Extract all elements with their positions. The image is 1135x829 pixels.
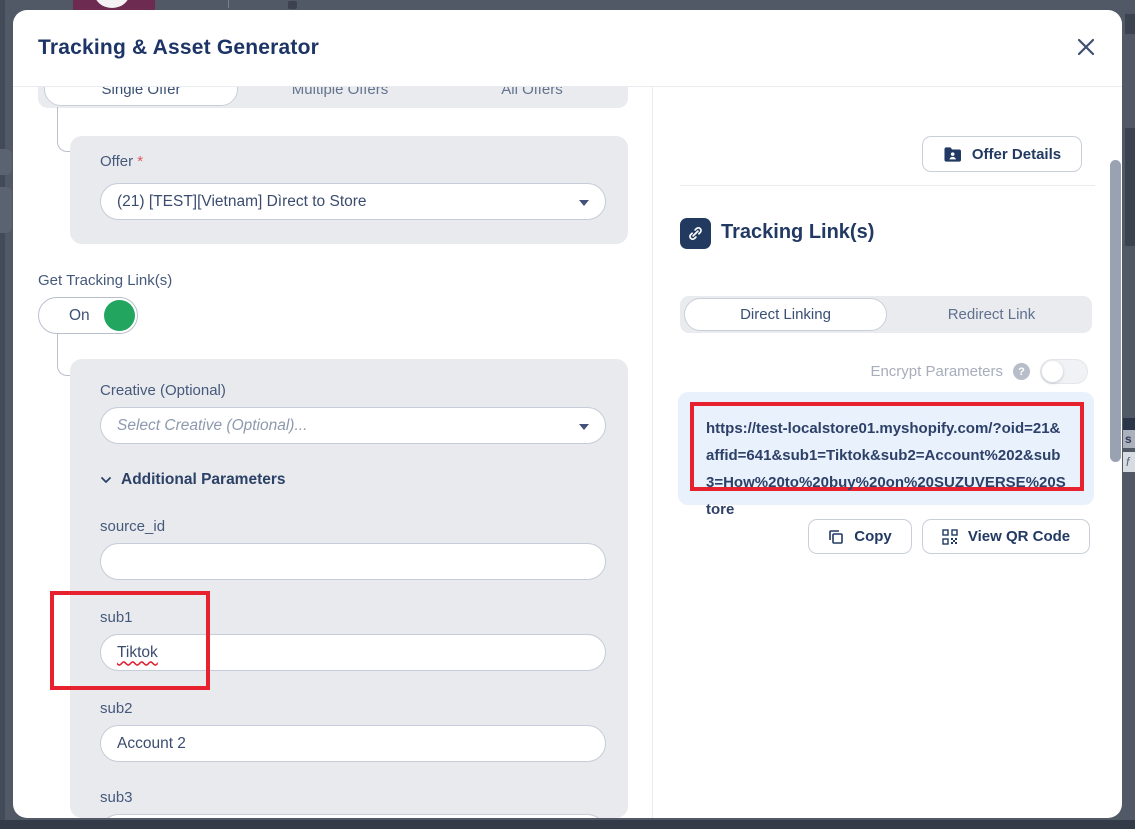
tracking-url: https://test-localstore01.myshopify.com/…	[694, 406, 1080, 532]
tracking-asset-generator-modal: Tracking & Asset Generator Single Offer …	[13, 10, 1122, 818]
sub3-input[interactable]	[100, 814, 606, 818]
offer-select[interactable]: (21) [TEST][Vietnam] Dìrect to Store	[100, 183, 606, 220]
background-divider-fragment	[228, 0, 229, 8]
offer-panel: Offer * (21) [TEST][Vietnam] Dìrect to S…	[70, 136, 628, 244]
sub2-label: sub2	[100, 700, 133, 717]
encrypt-parameters-row: Encrypt Parameters ?	[870, 359, 1088, 384]
tab-label: Redirect Link	[948, 306, 1036, 323]
qr-code-icon	[942, 529, 958, 545]
additional-parameters-header[interactable]: Additional Parameters	[100, 471, 286, 489]
offer-selected-value: (21) [TEST][Vietnam] Dìrect to Store	[117, 193, 367, 211]
copy-icon	[828, 529, 844, 545]
background-text-fragment: s	[1123, 430, 1135, 448]
background-logo-fragment	[73, 0, 155, 10]
background-window-fragment	[1125, 14, 1135, 34]
sub2-input[interactable]: Account 2	[100, 725, 606, 762]
background-icon-fragment	[288, 1, 297, 9]
tab-redirect-link[interactable]: Redirect Link	[891, 296, 1092, 333]
copy-button[interactable]: Copy	[808, 519, 912, 554]
background-table-fragment	[1123, 418, 1135, 430]
chevron-down-icon	[579, 200, 589, 206]
creative-select[interactable]: Select Creative (Optional)...	[100, 407, 606, 444]
sub2-value: Account 2	[117, 735, 186, 753]
source-id-input[interactable]	[100, 543, 606, 580]
logo-arc	[94, 0, 130, 8]
offer-label: Offer *	[100, 153, 143, 170]
offer-type-tabs: Single Offer Multiple Offers All Offers	[38, 87, 628, 108]
chevron-down-icon	[100, 474, 112, 486]
sub3-label: sub3	[100, 789, 133, 806]
encrypt-parameters-label: Encrypt Parameters	[870, 363, 1003, 380]
copy-label: Copy	[854, 528, 892, 545]
background-window-fragment	[1125, 128, 1135, 246]
toggle-knob	[1042, 361, 1063, 382]
view-qr-code-label: View QR Code	[968, 528, 1070, 545]
folder-user-icon	[943, 146, 962, 163]
tracking-links-title: Tracking Link(s)	[721, 221, 874, 244]
close-button[interactable]	[1071, 32, 1101, 62]
annotation-box-sub1	[50, 591, 210, 690]
offer-label-text: Offer	[100, 153, 133, 170]
toggle-state-label: On	[69, 307, 90, 325]
background-sidebar-fragment	[0, 149, 12, 175]
tab-label: Multiple Offers	[292, 87, 388, 98]
tab-multiple-offers[interactable]: Multiple Offers	[244, 87, 436, 108]
modal-scrollbar-thumb[interactable]	[1110, 160, 1121, 462]
additional-parameters-label: Additional Parameters	[121, 471, 286, 489]
chevron-down-icon	[579, 424, 589, 430]
source-id-label: source_id	[100, 518, 165, 535]
background-sidebar-fragment	[0, 187, 12, 233]
offer-details-label: Offer Details	[972, 146, 1061, 163]
connector-line	[57, 107, 71, 152]
link-icon	[680, 218, 711, 249]
offer-details-button[interactable]: Offer Details	[922, 136, 1082, 172]
tracking-links-column: Offer Details Tracking Link(s) Direct Li…	[653, 87, 1122, 818]
tab-label: All Offers	[501, 87, 562, 98]
tab-single-offer[interactable]: Single Offer	[44, 87, 238, 106]
tab-all-offers[interactable]: All Offers	[436, 87, 628, 108]
creative-label: Creative (Optional)	[100, 382, 226, 399]
view-qr-code-button[interactable]: View QR Code	[922, 519, 1090, 554]
annotation-box-url: https://test-localstore01.myshopify.com/…	[690, 402, 1084, 491]
get-tracking-links-label: Get Tracking Link(s)	[38, 272, 172, 289]
get-tracking-links-toggle[interactable]: On	[38, 297, 138, 334]
creative-panel: Creative (Optional) Select Creative (Opt…	[70, 359, 628, 818]
background-text-fragment: f	[1123, 452, 1135, 472]
modal-title: Tracking & Asset Generator	[38, 36, 319, 60]
tab-label: Direct Linking	[740, 306, 831, 323]
tab-direct-linking[interactable]: Direct Linking	[684, 298, 887, 331]
offer-form-column: Single Offer Multiple Offers All Offers …	[13, 87, 652, 818]
encrypt-parameters-toggle[interactable]	[1040, 359, 1088, 384]
link-type-tabs: Direct Linking Redirect Link	[680, 296, 1092, 333]
connector-line	[57, 334, 71, 376]
screen: s f Tracking & Asset Generator Single Of…	[0, 0, 1135, 829]
creative-placeholder: Select Creative (Optional)...	[117, 417, 307, 435]
required-asterisk: *	[137, 153, 143, 170]
background-bottom-strip	[0, 820, 1135, 829]
background-edge	[0, 0, 5, 829]
section-divider	[680, 185, 1095, 186]
close-icon	[1075, 36, 1097, 58]
toggle-knob	[104, 300, 135, 331]
tab-label: Single Offer	[102, 87, 181, 98]
help-icon[interactable]: ?	[1013, 363, 1030, 380]
